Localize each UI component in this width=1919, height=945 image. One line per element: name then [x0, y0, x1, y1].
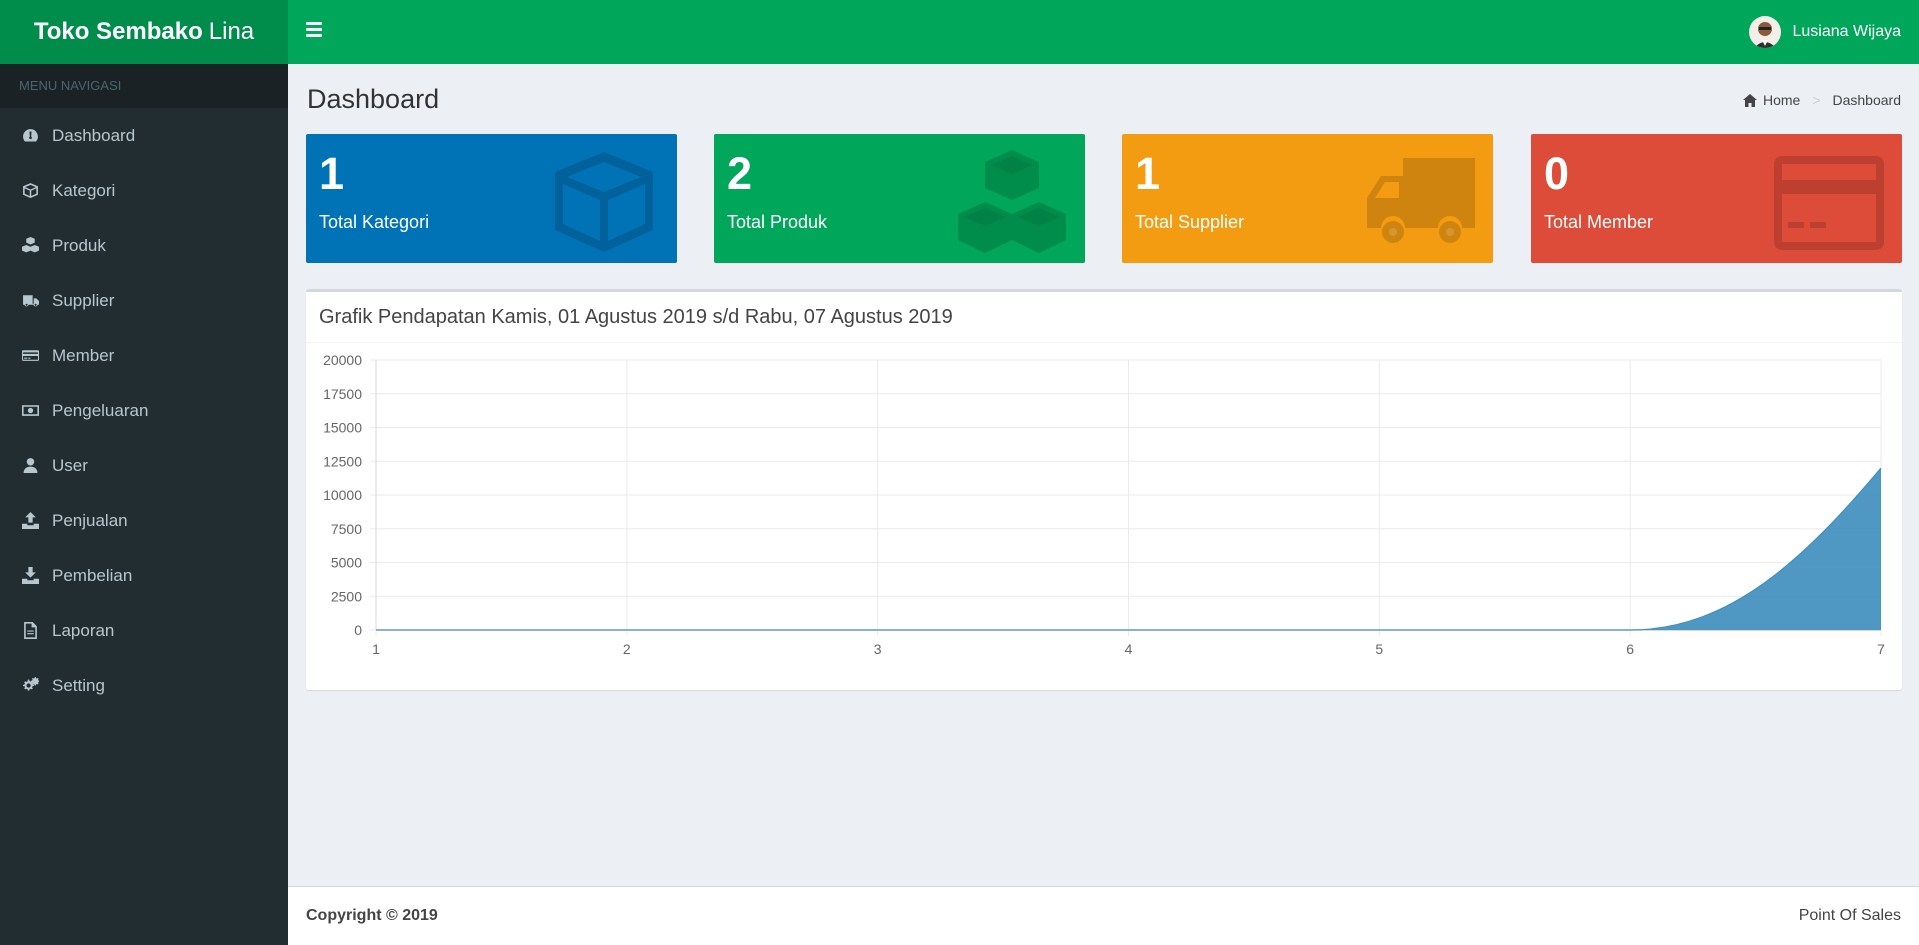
x-tick-label: 6 [1626, 641, 1634, 657]
content-header: Dashboard [307, 84, 439, 115]
cube-icon [21, 182, 39, 200]
sidebar-item-penjualan[interactable]: Penjualan [0, 493, 288, 548]
stat-label: Total Produk [727, 212, 828, 232]
user-icon [21, 457, 39, 475]
y-tick-label: 2500 [331, 588, 362, 604]
avatar [1748, 16, 1781, 48]
revenue-chart-box: Grafik Pendapatan Kamis, 01 Agustus 2019… [306, 289, 1902, 690]
sidebar-item-member[interactable]: Member [0, 328, 288, 383]
x-tick-label: 2 [623, 641, 631, 657]
sidebar-item-laporan[interactable]: Laporan [0, 603, 288, 658]
footer: Copyright © 2019 Point Of Sales [288, 886, 1919, 945]
sidebar-item-label: Laporan [52, 620, 115, 640]
y-tick-label: 12500 [323, 453, 362, 469]
sidebar-item-user[interactable]: User [0, 438, 288, 493]
user-avatar-icon [1753, 22, 1776, 48]
stat-value: 1 [1135, 148, 1161, 199]
y-tick-label: 10000 [323, 487, 362, 503]
cubes-icon [21, 237, 39, 255]
chart-title: Grafik Pendapatan Kamis, 01 Agustus 2019… [306, 292, 1902, 343]
cubes-icon [957, 148, 1067, 258]
stat-label: Total Kategori [319, 212, 430, 232]
cube-icon [549, 148, 659, 258]
credit-card-icon [1774, 148, 1884, 258]
user-menu[interactable]: Lusiana Wijaya [1748, 14, 1902, 50]
sidebar-item-label: User [52, 455, 88, 475]
stat-value: 2 [727, 148, 753, 199]
x-tick-label: 7 [1877, 641, 1885, 657]
sidebar-item-label: Supplier [52, 290, 115, 310]
download-icon [21, 567, 39, 585]
sidebar-item-label: Dashboard [52, 125, 136, 145]
stat-box-produk[interactable]: 2 Total Produk [714, 134, 1085, 263]
sidebar-item-label: Member [52, 345, 115, 365]
brand-light: Lina [208, 18, 255, 45]
footer-copyright: Copyright © 2019 [306, 907, 438, 924]
sidebar-header: MENU NAVIGASI [0, 64, 288, 108]
y-tick-label: 5000 [331, 555, 362, 571]
stat-box-kategori[interactable]: 1 Total Kategori [306, 134, 677, 263]
stat-label: Total Supplier [1135, 212, 1245, 232]
dashboard-icon [21, 127, 39, 145]
stat-box-supplier[interactable]: 1 Total Supplier [1122, 134, 1493, 263]
money-icon [21, 402, 39, 420]
x-tick-label: 1 [372, 641, 380, 657]
sidebar-item-label: Penjualan [52, 510, 128, 530]
top-navbar: Lusiana Wijaya [288, 0, 1919, 64]
stat-label: Total Member [1544, 212, 1654, 232]
sidebar: MENU NAVIGASI Dashboard Kategori Produk Sup… [0, 64, 288, 945]
file-pdf-icon [21, 622, 39, 640]
y-tick-label: 20000 [323, 352, 362, 368]
y-tick-label: 17500 [323, 386, 362, 402]
sidebar-item-label: Setting [52, 675, 105, 695]
brand-bold: Toko Sembako [33, 18, 203, 45]
breadcrumb: Home > Dashboard [1742, 92, 1902, 108]
stat-box-member[interactable]: 0 Total Member [1531, 134, 1902, 263]
y-tick-label: 0 [354, 622, 362, 638]
sidebar-item-label: Kategori [52, 180, 116, 200]
sidebar-item-pembelian[interactable]: Pembelian [0, 548, 288, 603]
breadcrumb-separator: > [1812, 92, 1821, 108]
sidebar-item-kategori[interactable]: Kategori [0, 163, 288, 218]
sidebar-item-label: Pembelian [52, 565, 133, 585]
x-tick-label: 3 [874, 641, 882, 657]
upload-icon [21, 512, 39, 530]
page-title: Dashboard [307, 84, 440, 114]
sidebar-item-supplier[interactable]: Supplier [0, 273, 288, 328]
chart-area: 0 2500 5000 7500 10000 12500 15000 17500 20000 1 2… [306, 344, 1902, 690]
y-tick-label: 7500 [331, 521, 362, 537]
sidebar-item-label: Pengeluaran [52, 400, 149, 420]
sidebar-item-setting[interactable]: Setting [0, 658, 288, 713]
app-logo[interactable]: Toko Sembako Lina [0, 0, 288, 64]
breadcrumb-home[interactable]: Home [1742, 92, 1800, 108]
gears-icon [21, 677, 39, 695]
sidebar-item-label: Produk [52, 235, 106, 255]
home-icon [1742, 93, 1757, 107]
user-name: Lusiana Wijaya [1792, 23, 1902, 40]
sidebar-item-dashboard[interactable]: Dashboard [0, 108, 288, 163]
y-tick-label: 15000 [323, 420, 362, 436]
truck-icon [21, 292, 39, 310]
sidebar-item-produk[interactable]: Produk [0, 218, 288, 273]
breadcrumb-current: Dashboard [1832, 92, 1902, 108]
footer-app-name: Point Of Sales [1798, 907, 1901, 924]
revenue-chart: 0 2500 5000 7500 10000 12500 15000 17500 20000 1 2… [323, 352, 1885, 657]
sidebar-toggle-button[interactable] [306, 22, 322, 42]
x-tick-label: 5 [1375, 641, 1383, 657]
x-tick-label: 4 [1125, 641, 1133, 657]
stat-value: 1 [319, 148, 345, 199]
stat-value: 0 [1544, 148, 1570, 199]
credit-card-icon [21, 347, 39, 365]
truck-icon [1365, 148, 1475, 258]
sidebar-item-pengeluaran[interactable]: Pengeluaran [0, 383, 288, 438]
